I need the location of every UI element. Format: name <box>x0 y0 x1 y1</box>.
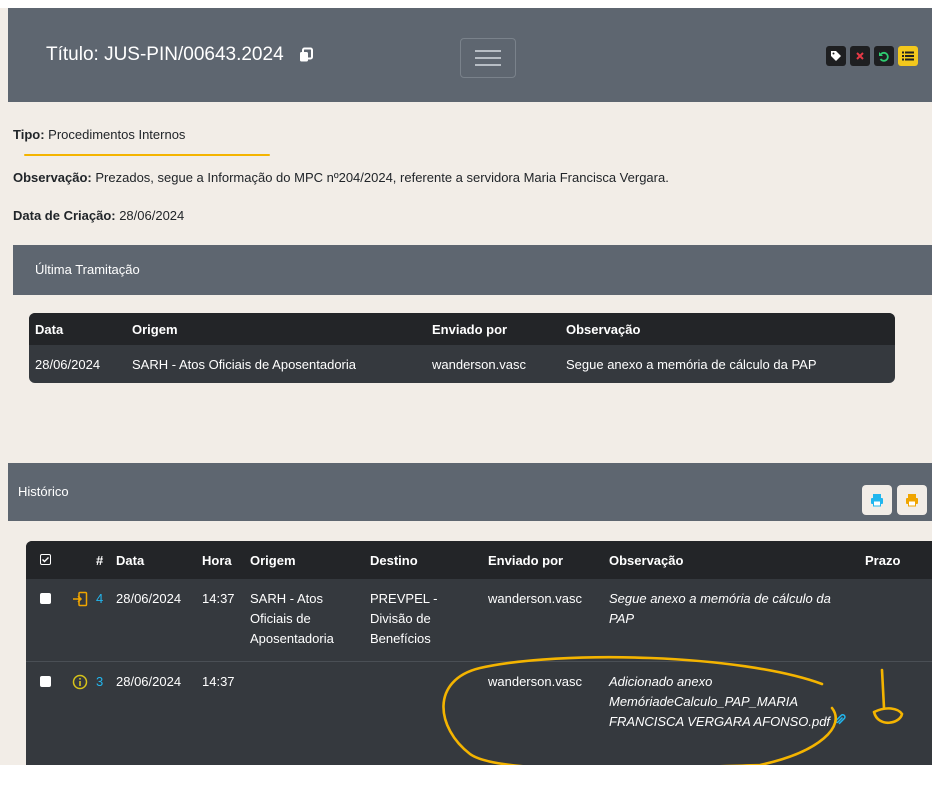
tag-button[interactable] <box>826 46 846 66</box>
undo-button[interactable] <box>874 46 894 66</box>
print-icon <box>871 494 883 507</box>
row-num[interactable]: 3 <box>96 662 116 733</box>
select-all-checkbox[interactable] <box>26 541 72 579</box>
row-num[interactable]: 4 <box>96 579 116 662</box>
col-observacao: Observação <box>566 313 895 345</box>
col-data: Data <box>116 541 202 579</box>
print-blue-button[interactable] <box>862 485 892 515</box>
list-icon <box>902 51 914 61</box>
cell-origem: SARH - Atos Oficiais de Aposentadoria <box>132 357 357 372</box>
page-title: Título: JUS-PIN/00643.2024 <box>46 44 314 66</box>
col-hora: Hora <box>202 541 250 579</box>
tag-icon <box>831 51 841 61</box>
cell-observacao: Segue anexo a memória de cálculo da PAP <box>566 357 817 372</box>
info-circle-icon <box>72 674 88 690</box>
cell-origem <box>250 662 370 733</box>
enter-arrow-icon <box>73 591 88 607</box>
close-button[interactable] <box>850 46 870 66</box>
col-data: Data <box>29 313 132 345</box>
historico-header: Histórico <box>8 463 932 521</box>
table-header-row: Data Origem Enviado por Observação <box>29 313 895 345</box>
row-checkbox[interactable] <box>40 593 51 604</box>
cell-destino: PREVPEL - Divisão de Benefícios <box>370 579 488 662</box>
data-criacao-line: Data de Criação: 28/06/2024 <box>13 208 184 223</box>
print-icon <box>906 494 918 507</box>
col-enviado-por: Enviado por <box>488 541 609 579</box>
tipo-line: Tipo: Procedimentos Internos <box>13 127 185 142</box>
list-button[interactable] <box>898 46 918 66</box>
cell-hora: 14:37 <box>202 579 250 662</box>
cell-hora: 14:37 <box>202 674 235 689</box>
col-destino: Destino <box>370 541 488 579</box>
ultima-tramitacao-header: Última Tramitação <box>13 245 932 295</box>
cell-enviado-por: wanderson.vasc <box>488 579 609 662</box>
page-frame: Título: JUS-PIN/00643.2024 Tipo: Procedi… <box>0 8 932 765</box>
highlight-underline <box>24 154 270 156</box>
observacao-line: Observação: Prezados, segue a Informação… <box>13 170 669 185</box>
hamburger-icon <box>475 50 501 66</box>
col-prazo: Prazo <box>865 541 932 579</box>
table-header-row: # Data Hora Origem Destino Enviado por O… <box>26 541 932 579</box>
col-origem: Origem <box>132 313 432 345</box>
col-observacao: Observação <box>609 541 865 579</box>
col-num: # <box>96 541 116 579</box>
tipo-value: Procedimentos Internos <box>44 127 186 142</box>
table-row: 4 28/06/2024 14:37 SARH - Atos Oficiais … <box>26 579 932 662</box>
table-row: 28/06/2024 SARH - Atos Oficiais de Apose… <box>29 345 895 383</box>
cell-enviado-por: wanderson.vasc <box>488 674 582 689</box>
header-bar: Título: JUS-PIN/00643.2024 <box>8 8 932 102</box>
observacao-label: Observação: <box>13 170 92 185</box>
ultima-tramitacao-title: Última Tramitação <box>35 262 140 277</box>
spacer <box>72 541 96 579</box>
print-yellow-button[interactable] <box>897 485 927 515</box>
header-actions <box>826 46 918 66</box>
historico-table: # Data Hora Origem Destino Enviado por O… <box>26 541 932 765</box>
cell-prazo <box>865 662 932 733</box>
col-enviado-por: Enviado por <box>432 313 566 345</box>
paperclip-icon[interactable] <box>834 714 846 726</box>
copy-icon[interactable] <box>298 47 314 63</box>
page-title-text: Título: JUS-PIN/00643.2024 <box>46 44 284 65</box>
cell-origem: SARH - Atos Oficiais de Aposentadoria <box>250 579 370 662</box>
col-origem: Origem <box>250 541 370 579</box>
checkbox-icon <box>40 554 51 565</box>
cell-observacao: Segue anexo a memória de cálculo da PAP <box>609 579 865 662</box>
cell-enviado-por: wanderson.vasc <box>432 357 526 372</box>
cell-prazo <box>865 579 932 662</box>
cell-data: 28/06/2024 <box>116 579 202 662</box>
table-row: 3 28/06/2024 14:37 wanderson.vasc Adicio… <box>26 662 932 733</box>
historico-title: Histórico <box>18 484 69 499</box>
cell-observacao: Adicionado anexo MemóriadeCalculo_PAP_MA… <box>609 662 865 733</box>
data-criacao-value: 28/06/2024 <box>115 208 185 223</box>
undo-icon <box>879 51 889 62</box>
menu-toggle-button[interactable] <box>460 38 516 78</box>
tipo-label: Tipo: <box>13 127 45 142</box>
cell-destino <box>370 662 488 733</box>
close-icon <box>856 52 864 60</box>
row-checkbox[interactable] <box>40 676 51 687</box>
observacao-text: Adicionado anexo MemóriadeCalculo_PAP_MA… <box>609 674 831 729</box>
cell-data: 28/06/2024 <box>35 357 101 372</box>
data-criacao-label: Data de Criação: <box>13 208 116 223</box>
ultima-tramitacao-table: Data Origem Enviado por Observação 28/06… <box>29 313 895 383</box>
observacao-value: Prezados, segue a Informação do MPC nº20… <box>91 170 669 185</box>
cell-data: 28/06/2024 <box>116 674 182 689</box>
